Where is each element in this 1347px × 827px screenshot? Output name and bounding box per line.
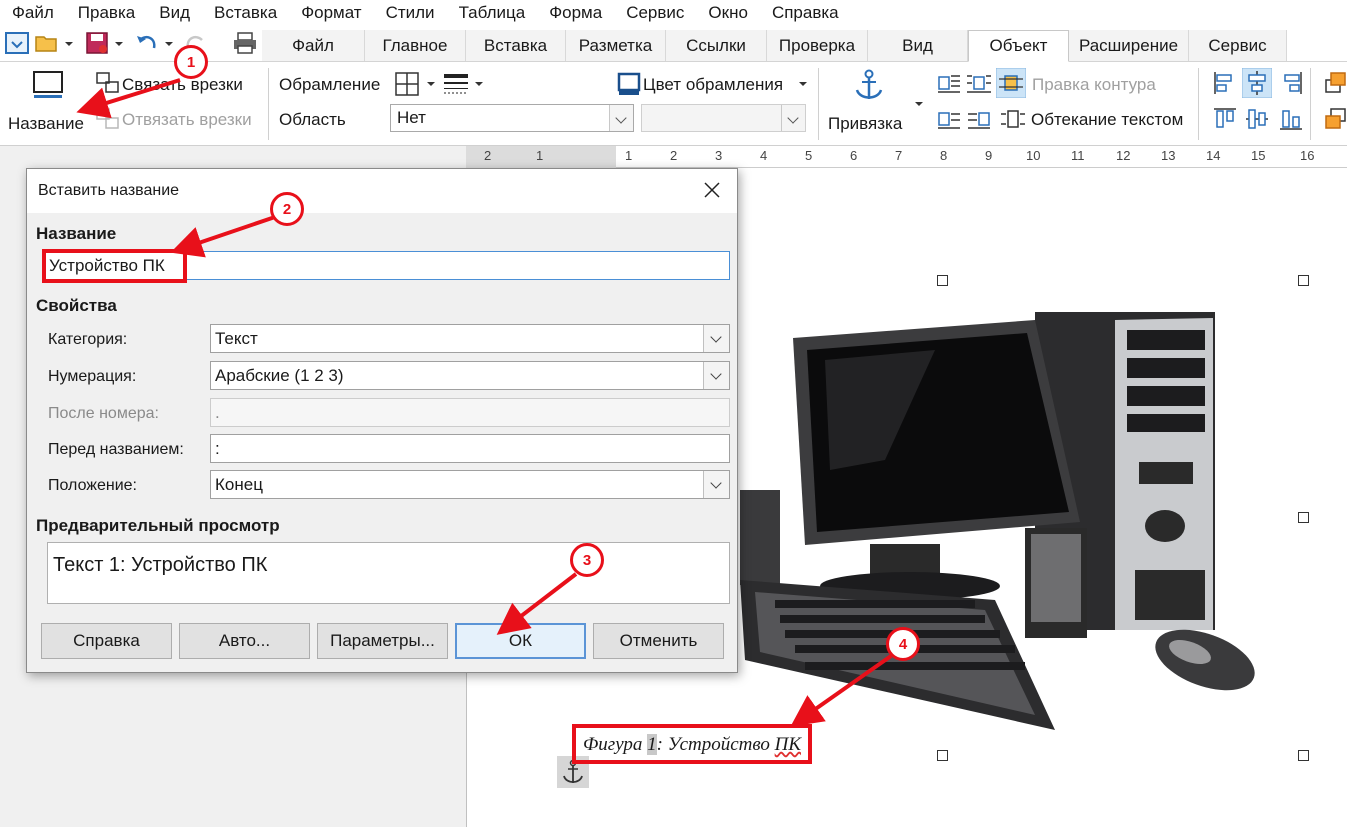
annotation-step-2: 2 [270,192,304,226]
annotation-arrow [496,572,578,635]
annotation-arrow [76,78,181,119]
annotation-arrow [170,215,276,258]
annotation-box-caption-input [42,249,187,283]
annotation-box-figure-caption [572,724,812,764]
annotation-arrow [790,654,893,727]
annotation-arrows [76,78,893,727]
annotation-step-3: 3 [570,543,604,577]
annotation-step-1: 1 [174,45,208,79]
annotation-step-4: 4 [886,627,920,661]
